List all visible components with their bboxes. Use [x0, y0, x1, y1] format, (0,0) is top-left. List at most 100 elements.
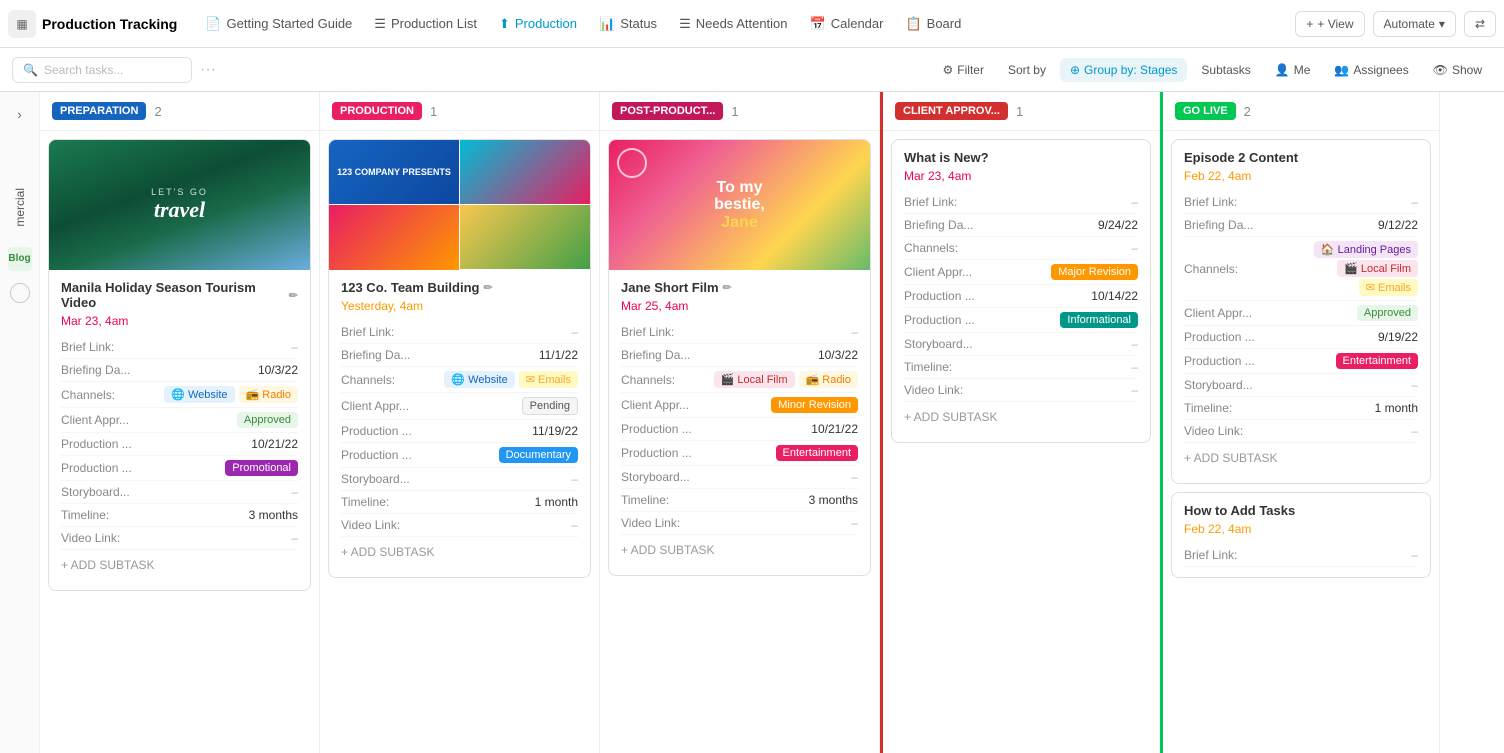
tag-emails-ep2[interactable]: ✉ Emails	[1359, 279, 1418, 296]
card-jane: To mybestie,Jane Jane Short Film ✏ Mar 2…	[608, 139, 871, 576]
view-button[interactable]: + + View	[1295, 11, 1364, 37]
card-team-building-date: Yesterday, 4am	[341, 299, 578, 313]
field-storyboard-win: Storyboard... –	[904, 333, 1138, 356]
lane-go-live: GO LIVE 2 Episode 2 Content Feb 22, 4am …	[1160, 92, 1440, 753]
field-production-type-tb: Production ... Documentary	[341, 443, 578, 468]
tag-local-film-jane[interactable]: 🎬 Local Film	[714, 371, 795, 388]
field-production-type: Production ... Promotional	[61, 456, 298, 481]
group-button[interactable]: ⊕ Group by: Stages	[1060, 58, 1187, 82]
tag-emails-tb[interactable]: ✉ Emails	[519, 371, 578, 388]
lane-post-production-badge: POST-PRODUCT...	[612, 102, 723, 120]
sidebar-collapsed: › mercial Blog	[0, 92, 40, 753]
field-channels-win: Channels: –	[904, 237, 1138, 260]
tab-production-list[interactable]: ☰ Production List	[364, 10, 487, 38]
lane-client-approval-count: 1	[1016, 104, 1023, 119]
lane-preparation-header: PREPARATION 2	[40, 92, 319, 131]
ellipsis-icon[interactable]: ···	[200, 61, 216, 79]
edit-icon[interactable]: ✏	[289, 289, 298, 302]
card-team-building: 123 COMPANY PRESENTS 123 Co. Team Buildi…	[328, 139, 591, 578]
subtasks-button[interactable]: Subtasks	[1191, 58, 1260, 82]
toolbar: 🔍 Search tasks... ··· ⚙ Filter Sort by ⊕…	[0, 48, 1504, 92]
field-production-date-tb: Production ... 11/19/22	[341, 420, 578, 443]
tag-website[interactable]: 🌐 Website	[164, 386, 234, 403]
card-manila-title: Manila Holiday Season Tourism Video ✏	[61, 280, 298, 310]
lane-client-approval-cards: What is New? Mar 23, 4am Brief Link: – B…	[883, 131, 1159, 753]
sort-button[interactable]: Sort by	[998, 58, 1056, 82]
tag-promotional[interactable]: Promotional	[225, 460, 298, 476]
tag-entertainment-ep2[interactable]: Entertainment	[1336, 353, 1418, 369]
card-manila-image: LET'S GO travel	[49, 140, 310, 270]
tab-getting-started[interactable]: 📄 Getting Started Guide	[195, 10, 362, 38]
lane-go-live-header: GO LIVE 2	[1163, 92, 1439, 131]
tag-approved[interactable]: Approved	[237, 412, 298, 428]
lane-client-approval: CLIENT APPROV... 1 What is New? Mar 23, …	[880, 92, 1160, 753]
tag-minor-revision[interactable]: Minor Revision	[771, 397, 858, 413]
tag-radio-jane[interactable]: 📻 Radio	[799, 371, 859, 388]
tag-pending[interactable]: Pending	[522, 397, 578, 415]
alert-icon: ☰	[679, 16, 691, 32]
field-production-type-win: Production ... Informational	[904, 308, 1138, 333]
field-channels: Channels: 🌐 Website 📻 Radio	[61, 382, 298, 408]
add-subtask-ep2[interactable]: + ADD SUBTASK	[1184, 443, 1418, 473]
field-brief-link-tb: Brief Link: –	[341, 321, 578, 344]
tag-documentary[interactable]: Documentary	[499, 447, 578, 463]
search-box[interactable]: 🔍 Search tasks...	[12, 57, 192, 83]
field-video-link-tb: Video Link: –	[341, 514, 578, 537]
automate-button[interactable]: Automate ▾	[1373, 11, 1456, 37]
tag-local-film-ep2[interactable]: 🎬 Local Film	[1337, 260, 1418, 277]
sidebar-add-button[interactable]	[10, 283, 30, 303]
lane-preparation-cards: LET'S GO travel Manila Holiday Season To…	[40, 131, 319, 753]
tag-landing-pages[interactable]: 🏠 Landing Pages	[1314, 241, 1418, 258]
edit-icon-jane[interactable]: ✏	[723, 281, 732, 294]
sidebar-item-blog[interactable]: Blog	[8, 247, 32, 271]
field-client-appr-tb: Client Appr... Pending	[341, 393, 578, 420]
field-timeline: Timeline: 3 months	[61, 504, 298, 527]
card-episode-2-date: Feb 22, 4am	[1184, 169, 1418, 183]
eye-icon: 👁	[1433, 63, 1448, 77]
tag-approved-ep2[interactable]: Approved	[1357, 305, 1418, 321]
add-subtask-win[interactable]: + ADD SUBTASK	[904, 402, 1138, 432]
tag-radio[interactable]: 📻 Radio	[239, 386, 299, 403]
tab-needs-attention[interactable]: ☰ Needs Attention	[669, 10, 797, 38]
lane-go-live-cards: Episode 2 Content Feb 22, 4am Brief Link…	[1163, 131, 1439, 753]
filter-icon: ⚙	[943, 63, 954, 77]
expand-sidebar-button[interactable]: ›	[6, 100, 34, 128]
chevron-icon: ▾	[1439, 17, 1445, 31]
card-jane-title: Jane Short Film ✏	[621, 280, 858, 295]
edit-icon-2[interactable]: ✏	[483, 281, 492, 294]
lane-preparation-badge: PREPARATION	[52, 102, 146, 120]
field-channels-tb: Channels: 🌐 Website ✉ Emails	[341, 367, 578, 393]
share-button[interactable]: ⇄	[1464, 11, 1496, 37]
lane-post-production: POST-PRODUCT... 1 To mybestie,Jane Jane …	[600, 92, 880, 753]
tab-calendar[interactable]: 📅 Calendar	[800, 10, 894, 38]
add-subtask-jane[interactable]: + ADD SUBTASK	[621, 535, 858, 565]
search-icon: 🔍	[23, 63, 38, 77]
card-manila-date: Mar 23, 4am	[61, 314, 298, 328]
filter-button[interactable]: ⚙ Filter	[933, 58, 994, 82]
add-subtask-manila[interactable]: + ADD SUBTASK	[61, 550, 298, 580]
field-brief-link-ep2: Brief Link: –	[1184, 191, 1418, 214]
field-production-date-win: Production ... 10/14/22	[904, 285, 1138, 308]
field-client-appr-jane: Client Appr... Minor Revision	[621, 393, 858, 418]
top-nav: ▦ Production Tracking 📄 Getting Started …	[0, 0, 1504, 48]
tag-website-tb[interactable]: 🌐 Website	[444, 371, 514, 388]
tab-board[interactable]: 📋 Board	[895, 10, 971, 38]
board-icon: 📋	[905, 16, 921, 32]
tag-informational[interactable]: Informational	[1060, 312, 1138, 328]
field-video-link-jane: Video Link: –	[621, 512, 858, 535]
tag-major-revision[interactable]: Major Revision	[1051, 264, 1138, 280]
field-brief-link: Brief Link: –	[61, 336, 298, 359]
tab-status[interactable]: 📊 Status	[589, 10, 667, 38]
card-what-is-new: What is New? Mar 23, 4am Brief Link: – B…	[891, 139, 1151, 443]
add-subtask-tb[interactable]: + ADD SUBTASK	[341, 537, 578, 567]
sidebar-item-commercial[interactable]: mercial	[13, 188, 27, 227]
tag-entertainment-jane[interactable]: Entertainment	[776, 445, 858, 461]
me-button[interactable]: 👤 Me	[1265, 58, 1321, 82]
field-briefing-da: Briefing Da... 10/3/22	[61, 359, 298, 382]
lane-post-production-cards: To mybestie,Jane Jane Short Film ✏ Mar 2…	[600, 131, 879, 753]
assignees-button[interactable]: 👥 Assignees	[1324, 58, 1418, 82]
field-brief-link-jane: Brief Link: –	[621, 321, 858, 344]
show-button[interactable]: 👁 Show	[1423, 58, 1492, 82]
tab-production[interactable]: ⬆ Production	[489, 10, 587, 38]
card-jane-date: Mar 25, 4am	[621, 299, 858, 313]
